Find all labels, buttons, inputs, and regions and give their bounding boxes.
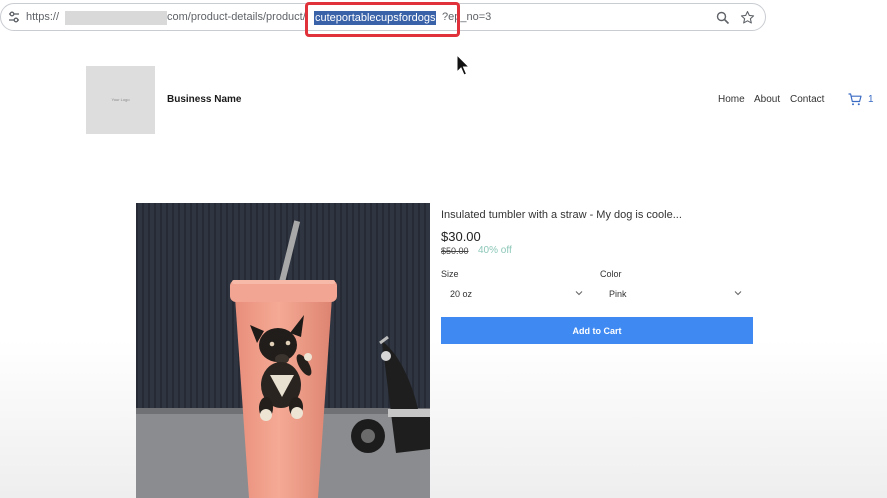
size-label: Size [441, 269, 459, 279]
tune-icon[interactable] [7, 10, 21, 24]
logo-placeholder[interactable]: Your Logo [86, 66, 155, 134]
logo-text: Your Logo [111, 97, 130, 102]
cursor-icon [456, 54, 471, 76]
annotation-highlight-box [305, 2, 460, 37]
add-to-cart-button[interactable]: Add to Cart [441, 317, 753, 344]
zoom-icon[interactable] [716, 11, 730, 25]
color-select[interactable]: Pink [600, 284, 748, 304]
product-price: $30.00 [441, 229, 481, 244]
url-path: com/product-details/product/ [167, 11, 306, 23]
cart-icon[interactable] [848, 93, 862, 106]
color-label: Color [600, 269, 622, 279]
discount-badge: 40% off [478, 245, 512, 256]
nav-contact[interactable]: Contact [790, 94, 824, 105]
page-root: https:// com/product-details/product/ cu… [0, 0, 887, 498]
original-price: $50.00 [441, 246, 469, 256]
star-icon[interactable] [740, 10, 755, 25]
size-select[interactable]: 20 oz [441, 284, 589, 304]
url-redacted [65, 11, 167, 25]
product-image [136, 203, 430, 498]
nav-home[interactable]: Home [718, 94, 745, 105]
product-title: Insulated tumbler with a straw - My dog … [441, 209, 682, 221]
url-prefix: https:// [26, 11, 60, 23]
chevron-down-icon [734, 291, 742, 296]
size-value: 20 oz [450, 289, 473, 299]
nav-about[interactable]: About [754, 94, 780, 105]
business-name[interactable]: Business Name [167, 94, 241, 105]
chevron-down-icon [575, 291, 583, 296]
color-value: Pink [609, 289, 627, 299]
background-fade [0, 340, 887, 498]
cart-count[interactable]: 1 [868, 94, 874, 105]
